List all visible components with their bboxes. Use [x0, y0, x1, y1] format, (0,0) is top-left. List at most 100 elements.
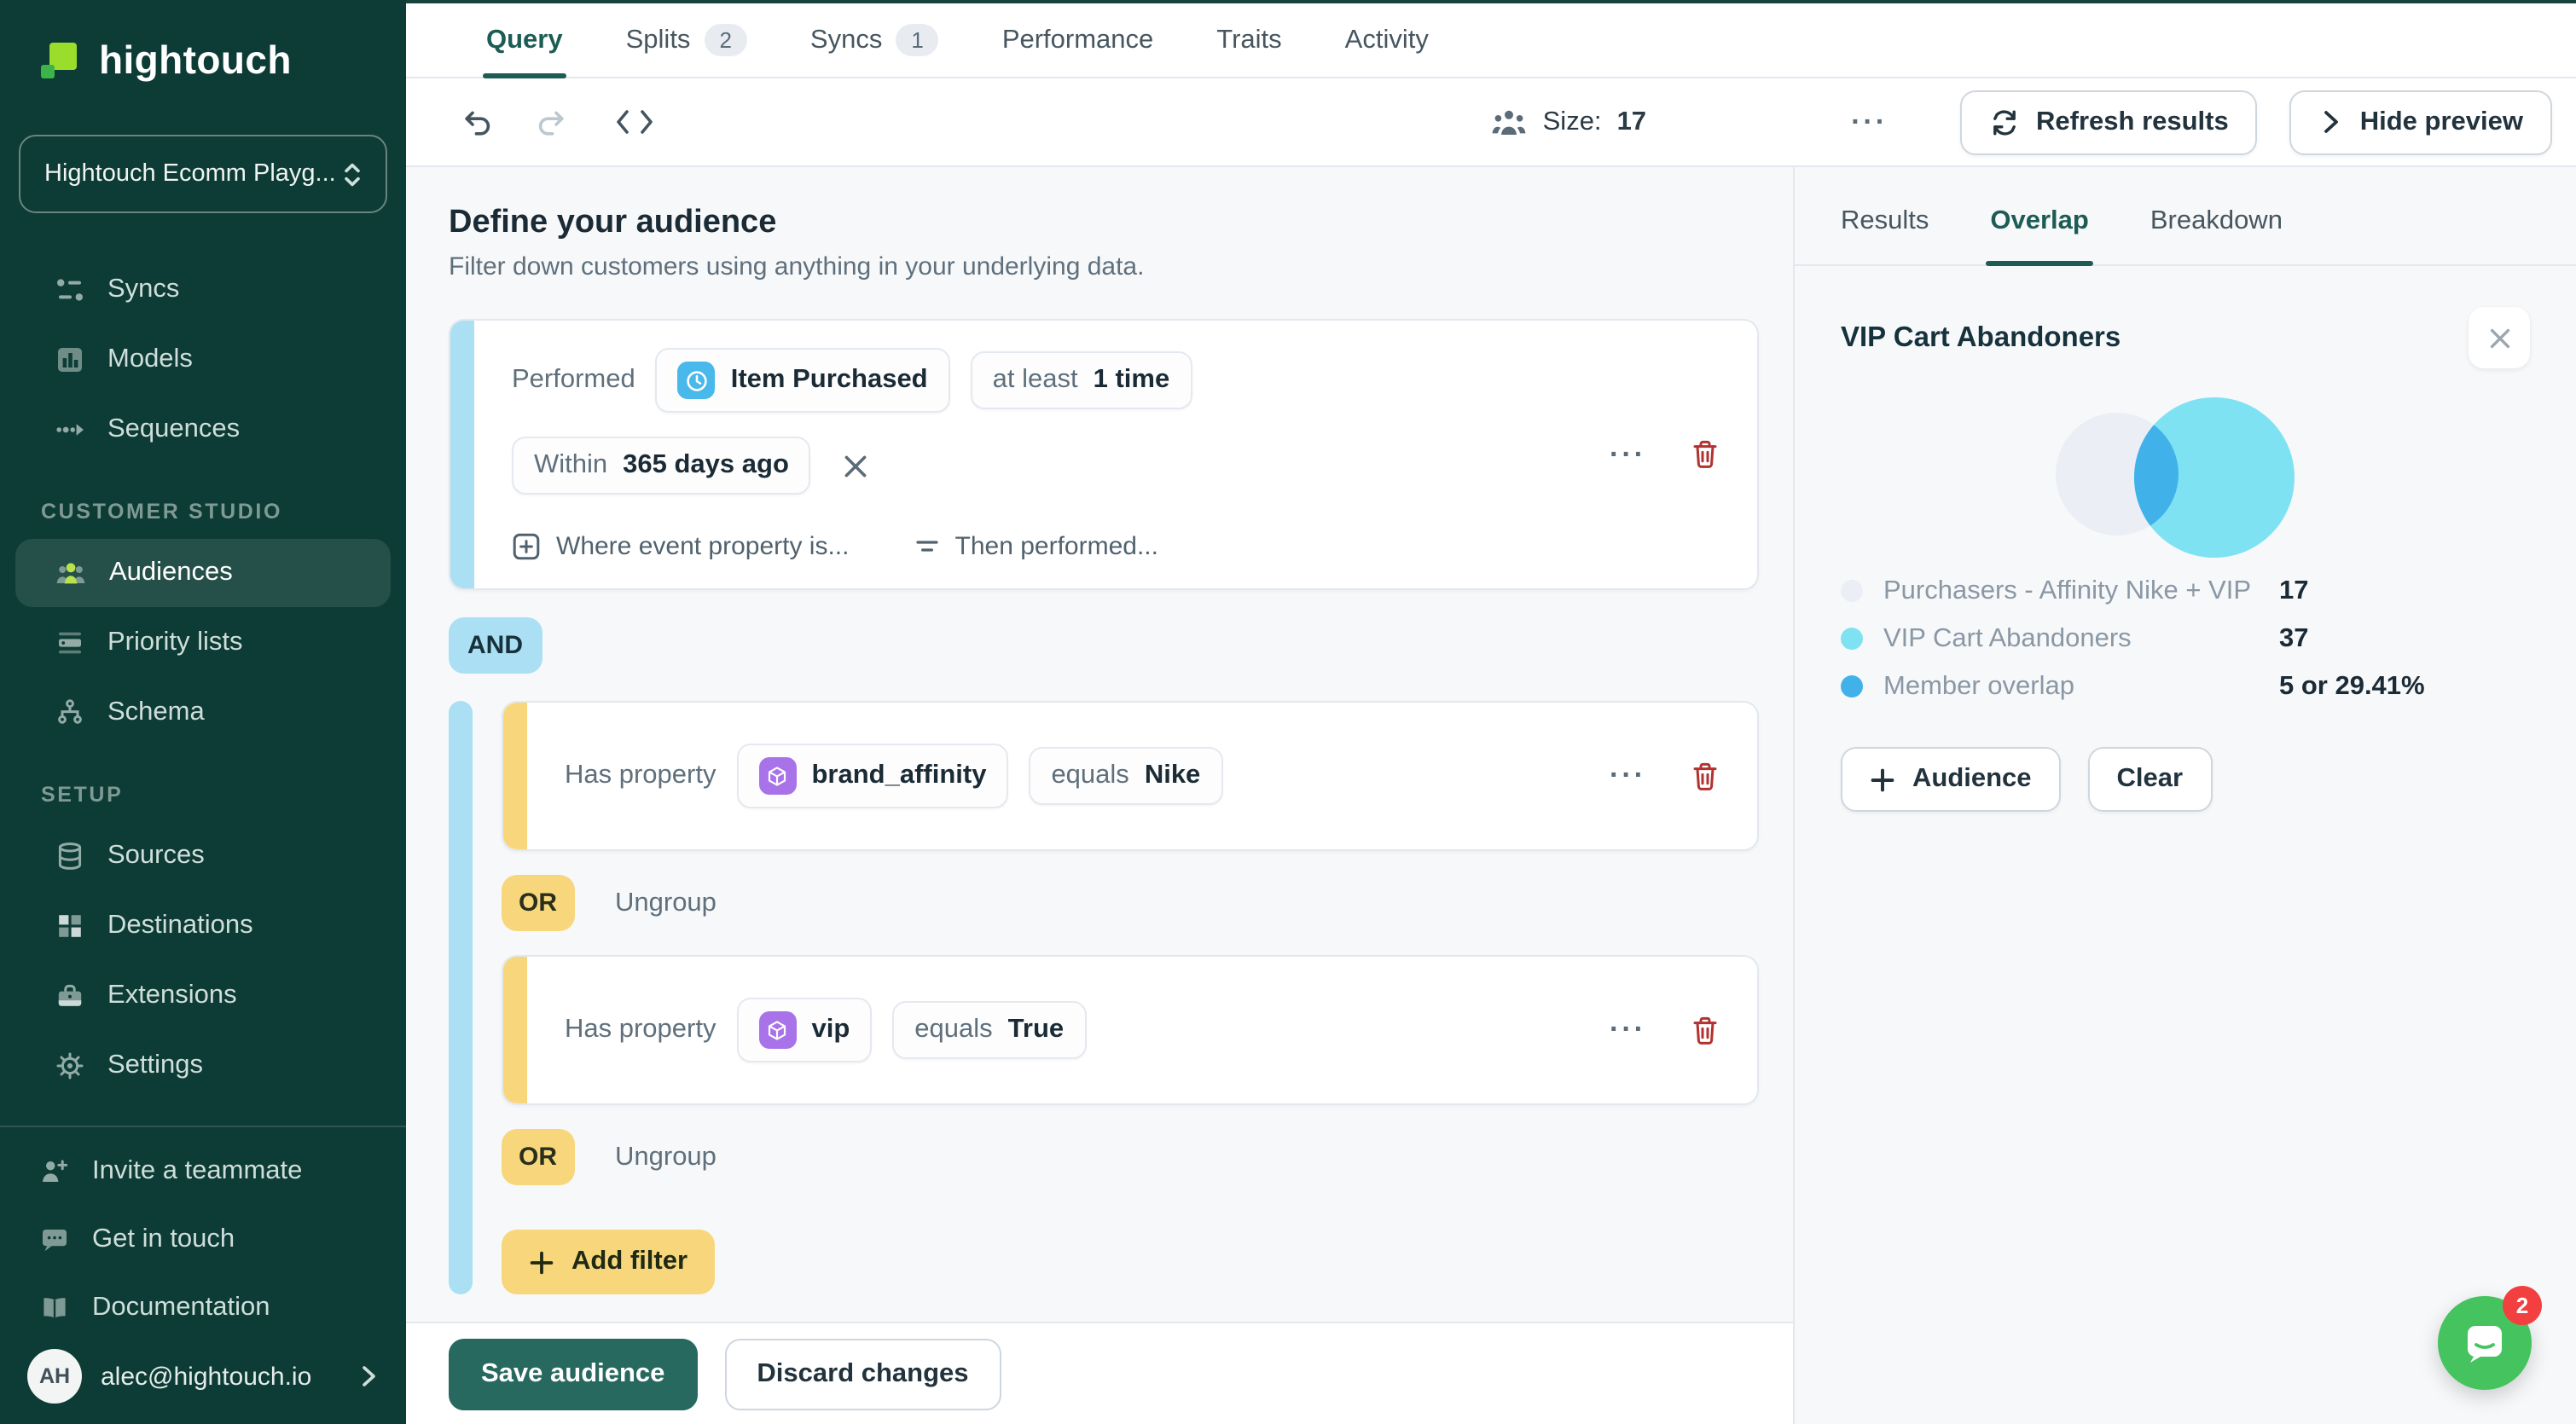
tab-breakdown[interactable]: Breakdown — [2150, 206, 2283, 264]
discard-changes-button[interactable]: Discard changes — [724, 1338, 1001, 1410]
tab-query[interactable]: Query — [483, 3, 566, 78]
legend-label: VIP Cart Abandoners — [1883, 623, 2132, 652]
intercom-chat-icon — [2462, 1320, 2508, 1366]
sidebar-item-models[interactable]: Models — [15, 326, 391, 394]
sidebar-item-settings[interactable]: Settings — [15, 1032, 391, 1100]
preview-tabbar: Results Overlap Breakdown — [1795, 167, 2576, 266]
then-performed-button[interactable]: Then performed... — [914, 532, 1158, 561]
and-connector-badge[interactable]: AND — [449, 617, 542, 674]
event-card-more-button[interactable]: ··· — [1610, 437, 1646, 472]
delete-property-filter-button[interactable] — [1691, 760, 1720, 792]
page-subtitle: Filter down customers using anything in … — [449, 252, 1145, 281]
tab-activity[interactable]: Activity — [1345, 3, 1429, 77]
undo-button[interactable] — [454, 98, 502, 146]
preview-panel: Results Overlap Breakdown VIP Cart Aband… — [1793, 167, 2576, 1424]
sidebar-item-destinations[interactable]: Destinations — [15, 892, 391, 960]
page-title: Define your audience — [449, 205, 777, 240]
sidebar-item-get-in-touch[interactable]: Get in touch — [0, 1206, 406, 1274]
add-event-property-label: Where event property is... — [556, 532, 850, 561]
close-overlap-button[interactable] — [2469, 307, 2530, 368]
sidebar-nav: Syncs Models Sequences CUSTOMER STUDIO A… — [0, 254, 406, 1102]
frequency-chip[interactable]: at least 1 time — [970, 351, 1192, 409]
refresh-results-button[interactable]: Refresh results — [1959, 90, 2258, 154]
sidebar-item-sources[interactable]: Sources — [15, 822, 391, 890]
overlap-audience-title: VIP Cart Abandoners — [1841, 321, 2121, 352]
sidebar-item-priority-lists[interactable]: Priority lists — [15, 609, 391, 677]
section-customer-studio: CUSTOMER STUDIO — [41, 500, 282, 524]
ungroup-button[interactable]: Ungroup — [615, 888, 717, 918]
legend-label: Purchasers - Affinity Nike + VIP — [1883, 576, 2252, 605]
ungroup-button[interactable]: Ungroup — [615, 1142, 717, 1172]
sidebar-item-schema[interactable]: Schema — [15, 679, 391, 747]
hightouch-logo-icon — [38, 38, 84, 84]
tab-overlap[interactable]: Overlap — [1985, 206, 2094, 266]
performed-label: Performed — [512, 365, 635, 394]
size-label: Size: — [1542, 107, 1602, 136]
property-card-more-button[interactable]: ··· — [1610, 759, 1646, 793]
operator-chip-vip[interactable]: equals True — [892, 1001, 1087, 1059]
tab-traits[interactable]: Traits — [1216, 3, 1281, 77]
refresh-results-label: Refresh results — [2036, 107, 2229, 136]
property-chip-vip[interactable]: vip — [736, 998, 873, 1062]
tab-syncs[interactable]: Syncs 1 — [810, 3, 939, 77]
funnel-lines-icon — [914, 535, 940, 558]
toolbar-more-button[interactable]: ··· — [1851, 105, 1888, 139]
sidebar-item-invite-teammate[interactable]: Invite a teammate — [0, 1137, 406, 1206]
sidebar-item-label: Destinations — [107, 911, 253, 940]
tab-splits[interactable]: Splits 2 — [626, 3, 747, 77]
hide-preview-button[interactable]: Hide preview — [2289, 90, 2552, 154]
hightouch-logo[interactable]: hightouch — [0, 0, 406, 84]
redo-button[interactable] — [525, 98, 573, 146]
delete-property-filter-button[interactable] — [1691, 1014, 1720, 1046]
add-audience-to-overlap-button[interactable]: Audience — [1841, 747, 2061, 812]
time-window-chip[interactable]: Within 365 days ago — [512, 437, 811, 495]
code-view-button[interactable] — [611, 98, 659, 146]
sidebar-item-audiences[interactable]: Audiences — [15, 539, 391, 607]
property-chip-brand-affinity[interactable]: brand_affinity — [736, 744, 1009, 808]
tab-label: Traits — [1216, 25, 1282, 54]
legend-row-overlap: Member overlap 5 or 29.41% — [1841, 667, 2530, 706]
legend-dot-icon — [1841, 580, 1863, 602]
clear-overlap-button[interactable]: Clear — [2087, 747, 2213, 812]
sidebar-item-documentation[interactable]: Documentation — [0, 1274, 406, 1342]
add-filter-label: Add filter — [571, 1247, 688, 1276]
section-setup: SETUP — [41, 783, 124, 807]
account-email: alec@hightouch.io — [101, 1362, 312, 1391]
has-property-label: Has property — [565, 761, 717, 790]
add-filter-button[interactable]: Add filter — [502, 1230, 716, 1294]
property-filter-card-brand-affinity: Has property brand_affinity equals Nike … — [502, 701, 1759, 851]
window-value: 365 days ago — [623, 450, 789, 479]
sidebar-item-label: Audiences — [109, 558, 233, 587]
sources-icon — [55, 841, 85, 871]
event-name-chip[interactable]: Item Purchased — [655, 348, 950, 413]
remove-window-button[interactable] — [832, 442, 879, 489]
delete-event-filter-button[interactable] — [1691, 438, 1720, 471]
or-connector-badge[interactable]: OR — [502, 1129, 574, 1185]
tab-performance[interactable]: Performance — [1002, 3, 1153, 77]
account-menu[interactable]: AH alec@hightouch.io — [0, 1342, 406, 1424]
models-icon — [55, 344, 85, 375]
sidebar-item-extensions[interactable]: Extensions — [15, 962, 391, 1030]
footer-item-label: Documentation — [92, 1293, 270, 1322]
or-connector-badge[interactable]: OR — [502, 875, 574, 931]
property-name: vip — [811, 1015, 850, 1044]
has-property-label: Has property — [565, 1015, 717, 1044]
workspace-selector[interactable]: Hightouch Ecomm Playg... — [19, 135, 387, 213]
add-event-property-button[interactable]: Where event property is... — [512, 532, 850, 561]
operator-chip-brand-affinity[interactable]: equals Nike — [1029, 747, 1223, 805]
save-audience-button[interactable]: Save audience — [449, 1338, 698, 1410]
operator-value: Nike — [1144, 761, 1201, 790]
sidebar-item-syncs[interactable]: Syncs — [15, 256, 391, 324]
person-plus-icon — [39, 1156, 70, 1187]
intercom-launcher[interactable]: 2 — [2438, 1286, 2542, 1390]
splits-count-badge: 2 — [704, 24, 747, 56]
legend-label: Member overlap — [1883, 671, 2074, 700]
audience-builder: Define your audience Filter down custome… — [406, 167, 1793, 1322]
sidebar-item-sequences[interactable]: Sequences — [15, 396, 391, 464]
plus-square-icon — [512, 532, 541, 561]
tab-results[interactable]: Results — [1841, 206, 1929, 264]
tab-label: Syncs — [809, 25, 883, 54]
property-card-more-button[interactable]: ··· — [1610, 1013, 1646, 1047]
sidebar-item-label: Syncs — [107, 275, 180, 304]
